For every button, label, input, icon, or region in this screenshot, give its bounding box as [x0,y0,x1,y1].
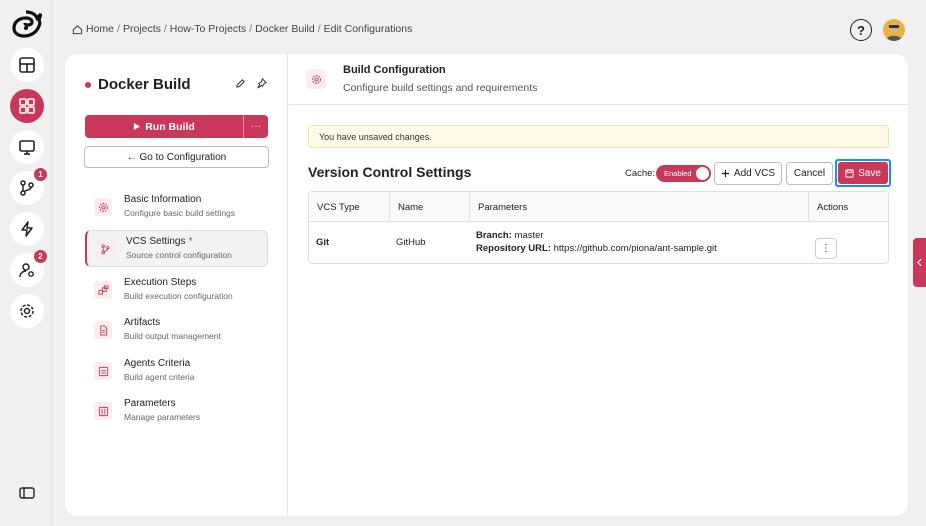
main-card: Docker Build Run Build ··· ← Go to Confi… [65,54,908,516]
config-title: Build Configuration [343,64,446,76]
nav-agents-criteria[interactable]: Agents Criteria Build agent criteria [85,353,268,390]
nav-artifacts[interactable]: Artifacts Build output management [85,312,268,349]
run-build-split-button: Run Build ··· [85,115,268,138]
rail-dashboard-button[interactable] [10,48,44,82]
breadcrumb: Home / Projects / How-To Projects / Dock… [72,23,412,35]
repo-param: Repository URL: https://github.com/piona… [476,243,717,254]
run-more-button[interactable]: ··· [243,115,268,138]
plus-icon [721,169,730,178]
nav-subtitle: Configure basic build settings [124,208,236,218]
save-icon [845,168,854,178]
run-build-label: Run Build [145,120,195,133]
vcs-table: VCS Type Name Parameters Actions Git Git… [308,191,889,264]
nav-title: Agents Criteria [124,358,191,369]
rail-settings-button[interactable] [10,294,44,328]
section-title: Version Control Settings [308,164,472,180]
add-vcs-label: Add VCS [733,168,776,179]
save-label: Save [858,167,881,179]
branch-label: Branch: [476,230,512,241]
nav-subtitle: Source control configuration [126,250,232,260]
rail-agents-button[interactable] [10,130,44,164]
vcs-type-cell: Git [316,237,330,248]
run-build-button[interactable]: Run Build [85,115,243,138]
rail-users-button[interactable]: 2 [10,250,47,287]
vcs-name-cell: GitHub [396,237,426,248]
cache-state-label: Enabled [664,169,692,178]
grid-layout-icon [19,57,35,73]
gear-icon [311,74,321,84]
nav-subtitle: Manage parameters [124,412,201,422]
criteria-icon [98,366,108,376]
drawer-toggle-button[interactable] [913,238,926,287]
gear-icon [98,202,108,212]
user-settings-icon [19,263,34,278]
rail-builds-button[interactable] [10,212,44,246]
lightning-icon [21,221,33,237]
left-rail: 1 2 [0,0,52,526]
branch-value: master [514,230,544,241]
nav-execution-steps[interactable]: Execution Steps Build execution configur… [85,272,268,309]
sidebar-toggle-icon[interactable] [19,486,35,500]
breadcrumb-docker-build[interactable]: Docker Build [255,23,315,35]
toggle-knob [696,167,709,180]
go-to-configuration-button[interactable]: ← Go to Configuration [84,146,269,168]
chevron-left-icon [917,258,922,267]
steps-icon [97,284,109,295]
nav-title: VCS Settings [126,236,186,247]
avatar[interactable] [883,19,905,41]
rail-projects-button[interactable] [10,89,44,123]
file-icon [99,324,107,336]
save-button[interactable]: Save [838,162,888,184]
cache-toggle[interactable]: Enabled [656,165,711,182]
column-header: Name [390,192,470,222]
apps-icon [19,98,35,114]
build-title: Docker Build [98,76,191,93]
column-header: Parameters [470,192,809,222]
monitor-icon [19,140,35,155]
app-logo[interactable] [10,8,43,42]
column-header: VCS Type [309,192,390,222]
nav-subtitle: Build output management [124,331,221,341]
vcs-count-badge: 1 [34,168,47,181]
pin-icon[interactable] [256,78,267,89]
row-actions-button[interactable]: ⋮ [815,238,837,259]
cache-label: Cache: [625,168,656,179]
config-subtitle: Configure build settings and requirement… [343,82,538,94]
git-branch-icon [101,244,109,254]
play-icon [134,123,141,130]
users-count-badge: 2 [34,250,47,263]
gear-icon [20,304,34,318]
nav-subtitle: Build agent criteria [124,372,195,382]
repo-label: Repository URL: [476,243,551,254]
breadcrumb-home[interactable]: Home [86,23,114,35]
nav-title: Artifacts [124,317,161,328]
column-header: Actions [817,201,849,213]
unsaved-changes-alert: You have unsaved changes. [308,125,889,148]
config-header: Build Configuration Configure build sett… [289,54,908,105]
status-dot [85,81,91,88]
repo-value: https://github.com/piona/ant-sample.git [553,243,717,254]
nav-basic-information[interactable]: Basic Information Configure basic build … [85,189,268,226]
help-icon[interactable]: ? [850,19,872,41]
table-header: VCS Type Name Parameters Actions [309,192,888,222]
breadcrumb-current: Edit Configurations [323,23,413,35]
required-marker: * [188,236,193,247]
rail-vcs-button[interactable]: 1 [10,168,47,205]
breadcrumb-how-to-projects[interactable]: How-To Projects [170,23,246,35]
nav-vcs-settings[interactable]: VCS Settings * Source control configurati… [85,230,268,267]
edit-icon[interactable] [235,78,246,89]
home-icon [72,24,83,34]
branch-param: Branch: master [476,230,544,241]
nav-parameters[interactable]: Parameters Manage parameters [85,393,268,430]
nav-subtitle: Build execution configuration [124,291,233,301]
nav-title: Parameters [124,398,176,409]
breadcrumb-projects[interactable]: Projects [123,23,161,35]
sliders-icon [98,406,108,416]
nav-title: Execution Steps [124,277,197,288]
git-branch-icon [20,180,34,196]
build-sidebar: Docker Build Run Build ··· ← Go to Confi… [65,54,288,516]
add-vcs-button[interactable]: Add VCS [714,162,782,185]
nav-title: Basic Information [124,194,202,205]
cancel-button[interactable]: Cancel [786,162,833,185]
